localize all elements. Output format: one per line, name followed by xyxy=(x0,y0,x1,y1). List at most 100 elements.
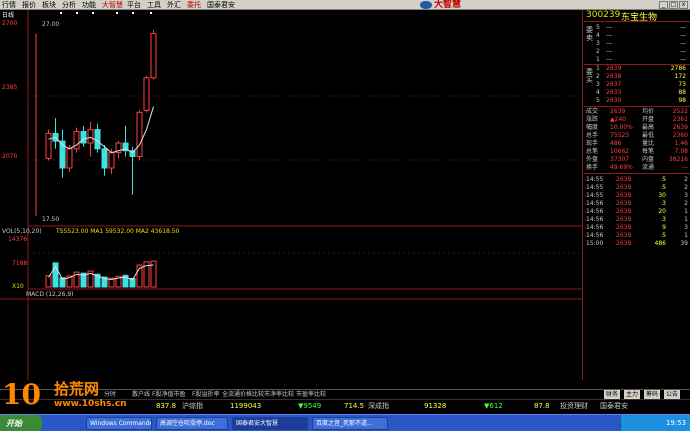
tick-count: 39 xyxy=(680,240,688,247)
task-browser[interactable]: 百度之音_死那不道... xyxy=(312,417,388,430)
tab-pe-compare[interactable]: 市盈率比较 xyxy=(296,390,326,399)
minimize-button[interactable]: _ xyxy=(659,1,668,9)
event-marker-icon xyxy=(116,12,118,14)
stat-value: 10662 xyxy=(610,148,630,155)
volume-tick-unit: X10 xyxy=(12,283,24,290)
menu-item-platform[interactable]: 平台 xyxy=(127,0,141,10)
menu-item-broker[interactable]: 国泰君安 xyxy=(207,0,235,10)
macd-indicator-label[interactable]: MACD (12,26,9) xyxy=(26,291,73,298)
stock-name: 东宝生物 xyxy=(621,13,658,23)
stat-value: 7.08 xyxy=(674,148,688,155)
sell-row-1: 1— — xyxy=(596,56,686,63)
tab-chips[interactable]: 筹码 xyxy=(644,390,661,399)
tab-finance[interactable]: 财务 xyxy=(604,390,621,399)
period-label[interactable]: 日线 xyxy=(2,10,14,19)
stat-value: 2522 xyxy=(672,108,688,115)
stat-value: 38216 xyxy=(668,156,688,163)
stats-row: 现手 486 量比 1.46 xyxy=(584,140,690,148)
close-button[interactable]: x xyxy=(679,1,688,9)
event-marker-icon xyxy=(132,12,134,14)
candle-body xyxy=(143,77,150,111)
menu-item-forex[interactable]: 外汇 xyxy=(167,0,181,10)
task-windows-commander[interactable]: Windows Commander 5... xyxy=(86,417,152,430)
stat-value: 486 xyxy=(610,140,622,147)
stat-value: 1.46 xyxy=(674,140,688,147)
menu-item-dzh[interactable]: 大智慧 xyxy=(102,0,123,10)
ticker-name-1: 沪综指 xyxy=(182,402,203,410)
tab-f-nav-pe[interactable]: F股净值市盈 xyxy=(152,390,185,399)
kline-chart[interactable]: 日线 2700 2385 2070 27.00 17.50 VOL(5,10,2… xyxy=(0,10,583,380)
buy-row-5: 5 2630 98 xyxy=(596,97,686,104)
candle-body xyxy=(45,132,52,159)
menu-item-sector[interactable]: 板块 xyxy=(42,0,56,10)
tick-count: 3 xyxy=(684,224,688,231)
taskbar: 开始 Windows Commander 5... 高调空仓吹涨停.doc 国泰… xyxy=(0,414,690,431)
ticker-value-4: 91328 xyxy=(424,402,447,410)
chart-canvas xyxy=(0,10,583,380)
candle-body xyxy=(108,152,115,169)
buy-row-1: 1 2639 2786 xyxy=(596,65,686,72)
menu-item-analysis[interactable]: 分析 xyxy=(62,0,76,10)
tick-row: 14:56 2639 9 3 xyxy=(584,224,690,232)
tick-price: 2639 xyxy=(616,184,632,191)
stats-row: 外盘 37307 内盘 38216 xyxy=(584,156,690,164)
tick-row: 14:55 2639 5 2 xyxy=(584,184,690,192)
volume-tick-max: 14376 xyxy=(8,236,28,243)
stat-label: 幅度 xyxy=(586,124,599,131)
tick-time: 15:00 xyxy=(586,240,604,247)
volume-tick-mid: 7188 xyxy=(12,260,28,267)
price-tick-high: 2700 xyxy=(2,20,18,27)
tab-notice[interactable]: 公告 xyxy=(664,390,681,399)
tab-retail-line[interactable]: 散户线 xyxy=(132,390,150,399)
tab-main-force[interactable]: 主力 xyxy=(624,390,641,399)
maximize-button[interactable]: □ xyxy=(669,1,678,9)
tick-time: 14:56 xyxy=(586,224,604,231)
stat-label: 总手 xyxy=(586,132,599,139)
low-price-label: 17.50 xyxy=(42,216,60,223)
buy-row-4: 4 2633 88 xyxy=(596,89,686,96)
stat-label: 开盘 xyxy=(642,116,655,123)
menu-item-quote[interactable]: 行情 xyxy=(2,0,16,10)
event-marker-icon xyxy=(60,12,62,14)
tick-price: 2639 xyxy=(616,200,632,207)
task-doc[interactable]: 高调空仓吹涨停.doc xyxy=(156,417,228,430)
buy-row-3: 3 2637 73 xyxy=(596,81,686,88)
tab-pb-compare[interactable]: 市净率比较 xyxy=(264,390,294,399)
menu-item-function[interactable]: 功能 xyxy=(82,0,96,10)
tab-f-premium[interactable]: F股溢折率 xyxy=(192,390,219,399)
volume-indicator-label[interactable]: VOL(5,10,20) xyxy=(2,228,42,235)
stat-label: 量比 xyxy=(642,140,655,147)
tick-price: 2639 xyxy=(616,176,632,183)
tick-volume: 3 xyxy=(662,216,666,223)
start-button[interactable]: 开始 xyxy=(0,415,42,431)
task-dzh-app[interactable]: 国泰君安大智慧 xyxy=(232,417,308,430)
stat-label: 涨跌 xyxy=(586,116,599,123)
stats-row: 幅度 10.00% 最高 2639 xyxy=(584,124,690,132)
menu-item-report[interactable]: 报价 xyxy=(22,0,36,10)
ticker-value-5: 87.8 xyxy=(534,402,550,410)
stat-value: ▲240 xyxy=(610,116,627,123)
stats-row: 涨跌 ▲240 开盘 2361 xyxy=(584,116,690,124)
ticker-link-broker[interactable]: 国泰君安 xyxy=(600,401,628,411)
event-marker-icon xyxy=(150,12,152,14)
menu-item-tools[interactable]: 工具 xyxy=(147,0,161,10)
candle-body xyxy=(94,129,101,150)
tick-time: 14:56 xyxy=(586,216,604,223)
quote-panel: 300239 东宝生物 委卖 5— — 4— — 3— — 2— — 1— — 委买 12… xyxy=(584,10,690,380)
price-tick-low: 2070 xyxy=(2,153,18,160)
tab-full-float-price[interactable]: 全流通价格比较 xyxy=(222,390,264,399)
tick-count: 2 xyxy=(684,200,688,207)
tick-count: 1 xyxy=(684,216,688,223)
watermark-url: www.10shs.cn xyxy=(54,399,127,409)
tick-row: 14:56 2639 20 1 xyxy=(584,208,690,216)
ticker-name-2: 深成指 xyxy=(368,402,389,410)
buy-row-2: 2 2638 172 xyxy=(596,73,686,80)
high-price-label: 27.00 xyxy=(42,21,60,28)
stat-value: 37307 xyxy=(610,156,630,163)
stat-label: 外盘 xyxy=(586,156,599,163)
ticker-link-finance[interactable]: 投资理财 xyxy=(560,401,588,411)
brand-name: 大智慧 xyxy=(434,0,462,10)
menu-item-trade[interactable]: 委托 xyxy=(187,0,201,10)
tick-count: 1 xyxy=(684,232,688,239)
stat-label: 成交 xyxy=(586,108,599,115)
